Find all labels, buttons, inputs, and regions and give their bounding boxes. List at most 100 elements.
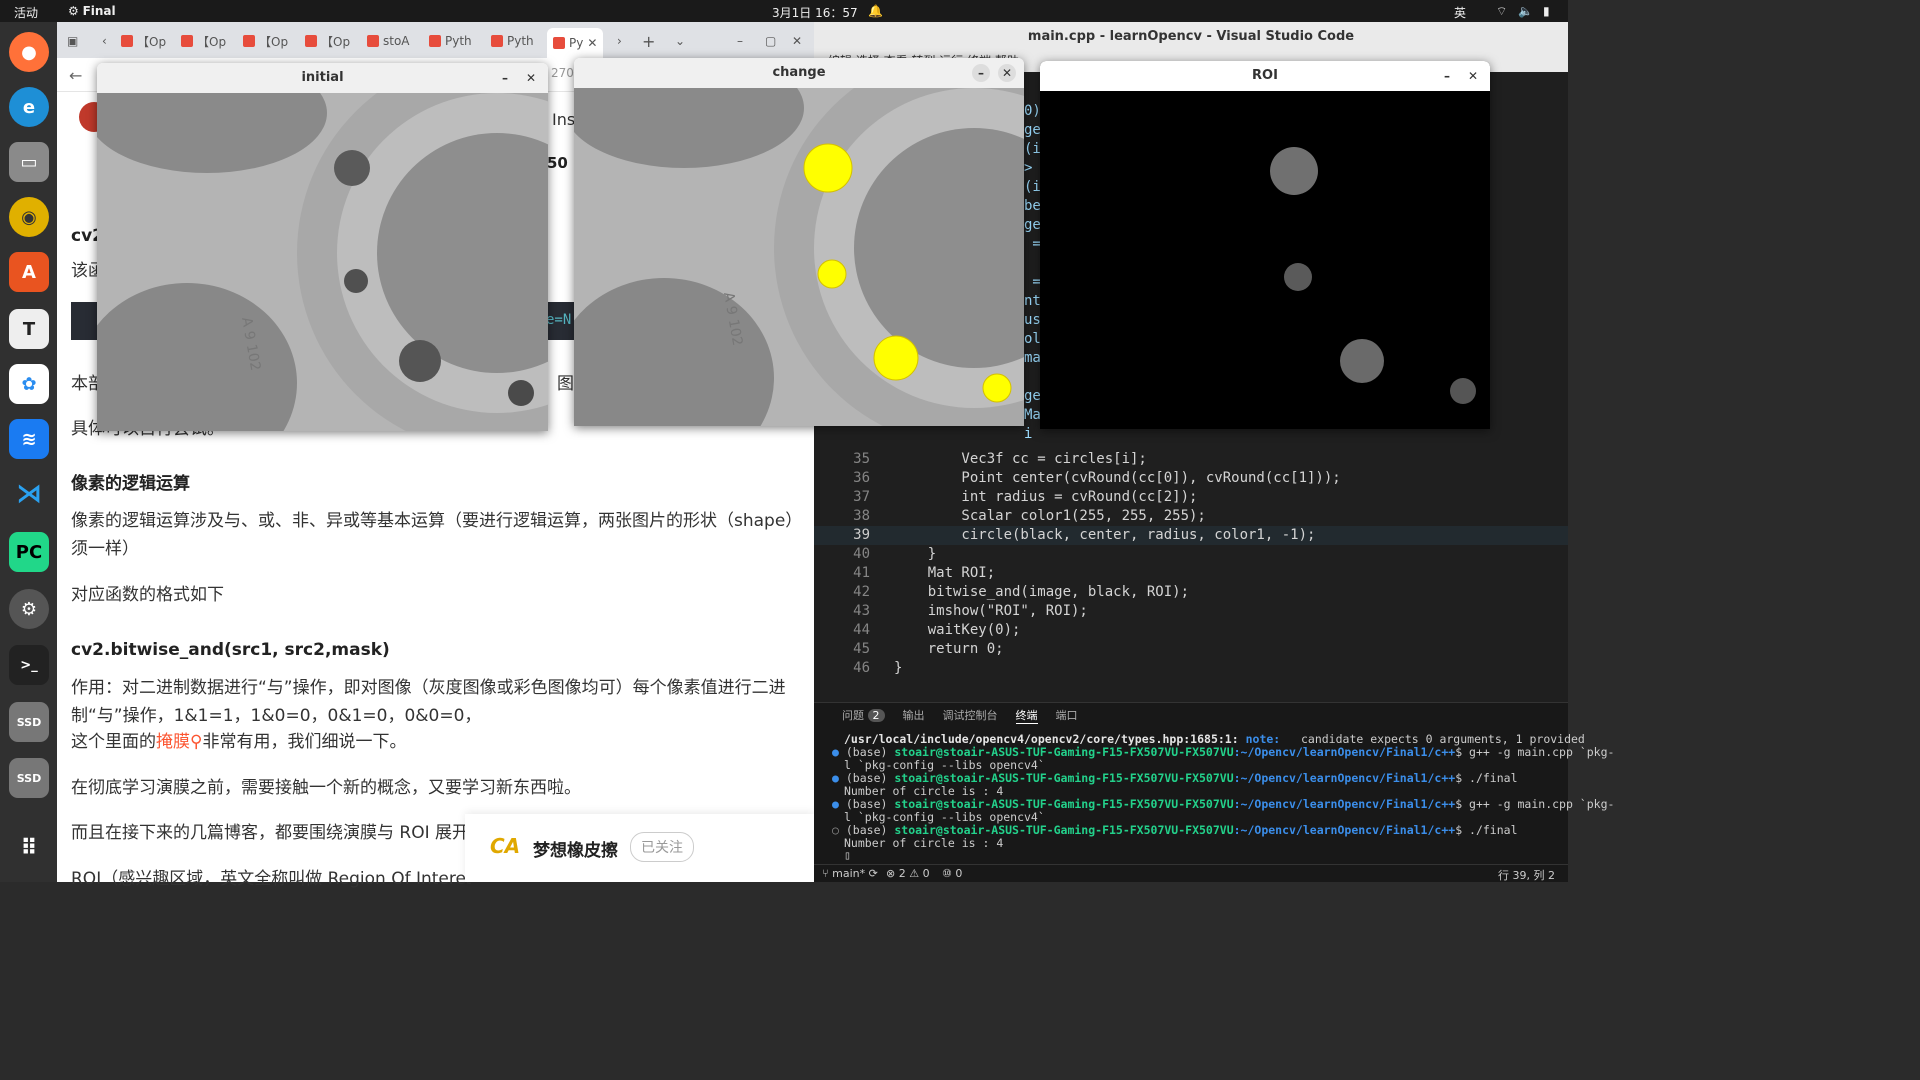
ports-status[interactable]: ⑩ 0: [942, 867, 962, 880]
term-env: (base): [845, 771, 888, 785]
edge-icon[interactable]: e: [9, 87, 49, 127]
author-name[interactable]: 梦想橡皮擦: [533, 836, 618, 861]
input-method[interactable]: 英: [1454, 4, 1466, 21]
activities-button[interactable]: 活动: [14, 4, 38, 21]
window-title-bar[interactable]: change – ✕: [574, 58, 1024, 88]
vscode-title-bar: main.cpp - learnOpencv - Visual Studio C…: [814, 22, 1568, 52]
tabs-back-icon[interactable]: ‹: [102, 28, 107, 54]
code-line[interactable]: 46}: [814, 659, 1568, 678]
terminal-cursor[interactable]: ▯: [844, 849, 851, 862]
code-line[interactable]: 44 waitKey(0);: [814, 621, 1568, 640]
line-text: return 0;: [894, 641, 1004, 657]
browser-tab[interactable]: 【Op: [243, 28, 288, 54]
roi-circle: [1284, 263, 1312, 291]
ssd-drive-icon-2[interactable]: SSD: [9, 758, 49, 798]
baidu-netdisk-icon[interactable]: ✿: [9, 364, 49, 404]
clock[interactable]: 3月1日 16：57: [772, 4, 858, 21]
ssd-drive-icon[interactable]: SSD: [9, 702, 49, 742]
code-line[interactable]: 35 Vec3f cc = circles[i];: [814, 450, 1568, 469]
browser-tab[interactable]: stoA: [367, 28, 410, 54]
feishu-icon[interactable]: ≋: [9, 419, 49, 459]
code-line[interactable]: 38 Scalar color1(255, 255, 255);: [814, 507, 1568, 526]
code-line[interactable]: 39 circle(black, center, radius, color1,…: [814, 526, 1568, 545]
show-apps-icon[interactable]: ⠿: [9, 828, 49, 868]
close-icon[interactable]: ✕: [792, 28, 802, 54]
app-center-icon[interactable]: A: [9, 252, 49, 292]
line-text: waitKey(0);: [894, 622, 1021, 638]
problems-status[interactable]: ⊗ 2 ⚠ 0: [886, 867, 930, 880]
settings-icon[interactable]: ⚙: [9, 589, 49, 629]
tab-output[interactable]: 输出: [903, 707, 925, 724]
count-fragment: 50: [547, 154, 568, 172]
code-line[interactable]: 45 return 0;: [814, 640, 1568, 659]
minimize-icon[interactable]: –: [496, 69, 514, 87]
csdn-icon: [429, 35, 441, 47]
battery-icon[interactable]: ▮: [1543, 4, 1550, 18]
wifi-icon[interactable]: ⌔: [1496, 4, 1507, 19]
firefox-icon[interactable]: ●: [9, 32, 49, 72]
tab-list-icon[interactable]: ⌄: [675, 28, 685, 54]
bell-icon[interactable]: 🔔: [868, 4, 883, 18]
tab-debug-console[interactable]: 调试控制台: [943, 707, 998, 724]
window-title-bar[interactable]: ROI – ✕: [1040, 61, 1490, 91]
vscode-icon[interactable]: ⋊: [9, 474, 49, 514]
code-line[interactable]: 43 imshow("ROI", ROI);: [814, 602, 1568, 621]
code-line[interactable]: 42 bitwise_and(image, black, ROI);: [814, 583, 1568, 602]
volume-icon[interactable]: 🔈: [1518, 4, 1533, 18]
minimize-icon[interactable]: –: [972, 64, 990, 82]
mask-background: [1040, 91, 1490, 429]
code-line[interactable]: 36 Point center(cvRound(cc[0]), cvRound(…: [814, 469, 1568, 488]
paragraph-logic: 像素的逻辑运算涉及与、或、非、异或等基本运算（要进行逻辑运算，两张图片的形状（s…: [71, 511, 803, 559]
search-icon[interactable]: ⚲: [190, 732, 202, 752]
tab-label: Pyth: [445, 34, 472, 48]
system-top-bar: 活动 ⚙ Final 3月1日 16：57 🔔 英 ⌔ 🔈 ▮: [0, 0, 1568, 22]
rhythmbox-icon[interactable]: ◉: [9, 197, 49, 237]
tab-problems[interactable]: 问题 2: [842, 707, 885, 724]
browser-tab[interactable]: Pyth: [429, 28, 472, 54]
csdn-icon: [305, 35, 317, 47]
new-tab-icon[interactable]: +: [642, 28, 655, 54]
term-user: stoair@stoair-ASUS-TUF-Gaming-F15-FX507V…: [894, 745, 1234, 759]
files-icon[interactable]: ▭: [9, 142, 49, 182]
tab-overview-icon[interactable]: ▣: [67, 28, 78, 54]
hole: [508, 380, 534, 406]
window-title-bar[interactable]: initial – ✕: [97, 63, 548, 93]
browser-tab-active[interactable]: Py ✕: [547, 28, 604, 58]
close-icon[interactable]: ✕: [522, 69, 540, 87]
detected-circle: [873, 335, 919, 381]
detected-circle: [817, 259, 847, 289]
browser-tab[interactable]: 【Op: [181, 28, 226, 54]
minimize-icon[interactable]: –: [737, 28, 743, 54]
term-env: (base): [845, 745, 888, 759]
terminal-icon[interactable]: >_: [9, 645, 49, 685]
close-icon[interactable]: ✕: [998, 64, 1016, 82]
line-text: Vec3f cc = circles[i];: [894, 451, 1147, 467]
browser-tab[interactable]: 【Op: [305, 28, 350, 54]
term-user: stoair@stoair-ASUS-TUF-Gaming-F15-FX507V…: [894, 771, 1234, 785]
window-title: initial: [301, 70, 344, 85]
cursor-position[interactable]: 行 39, 列 2: [1498, 867, 1555, 883]
git-branch[interactable]: ⑂ main* ⟳: [822, 867, 878, 880]
pycharm-icon[interactable]: PC: [9, 532, 49, 572]
code-line[interactable]: 40 }: [814, 545, 1568, 564]
browser-tab[interactable]: 【Op: [121, 28, 166, 54]
text-editor-icon[interactable]: T: [9, 309, 49, 349]
image-canvas: A 9 102: [574, 88, 1024, 426]
code-line[interactable]: 37 int radius = cvRound(cc[2]);: [814, 488, 1568, 507]
browser-tab[interactable]: Pyth: [491, 28, 534, 54]
tab-ports[interactable]: 端口: [1056, 707, 1078, 724]
mask-link[interactable]: 掩膜: [156, 732, 190, 752]
close-icon[interactable]: ✕: [1464, 67, 1482, 85]
follow-button[interactable]: 已关注: [630, 832, 694, 862]
tab-terminal[interactable]: 终端: [1015, 707, 1038, 724]
minimize-icon[interactable]: –: [1438, 67, 1456, 85]
tabs-forward-icon[interactable]: ›: [617, 28, 622, 54]
term-cmd: $ g++ -g main.cpp `pkg-: [1455, 745, 1615, 759]
detected-circle: [803, 143, 853, 193]
term-cwd: :~/Opencv/learnOpencv/Final1/c++: [1233, 797, 1456, 811]
line-text: int radius = cvRound(cc[2]);: [894, 489, 1198, 505]
app-menu[interactable]: ⚙ Final: [68, 4, 116, 18]
maximize-icon[interactable]: ▢: [765, 28, 776, 54]
code-line[interactable]: 41 Mat ROI;: [814, 564, 1568, 583]
back-icon[interactable]: ←: [69, 66, 82, 85]
